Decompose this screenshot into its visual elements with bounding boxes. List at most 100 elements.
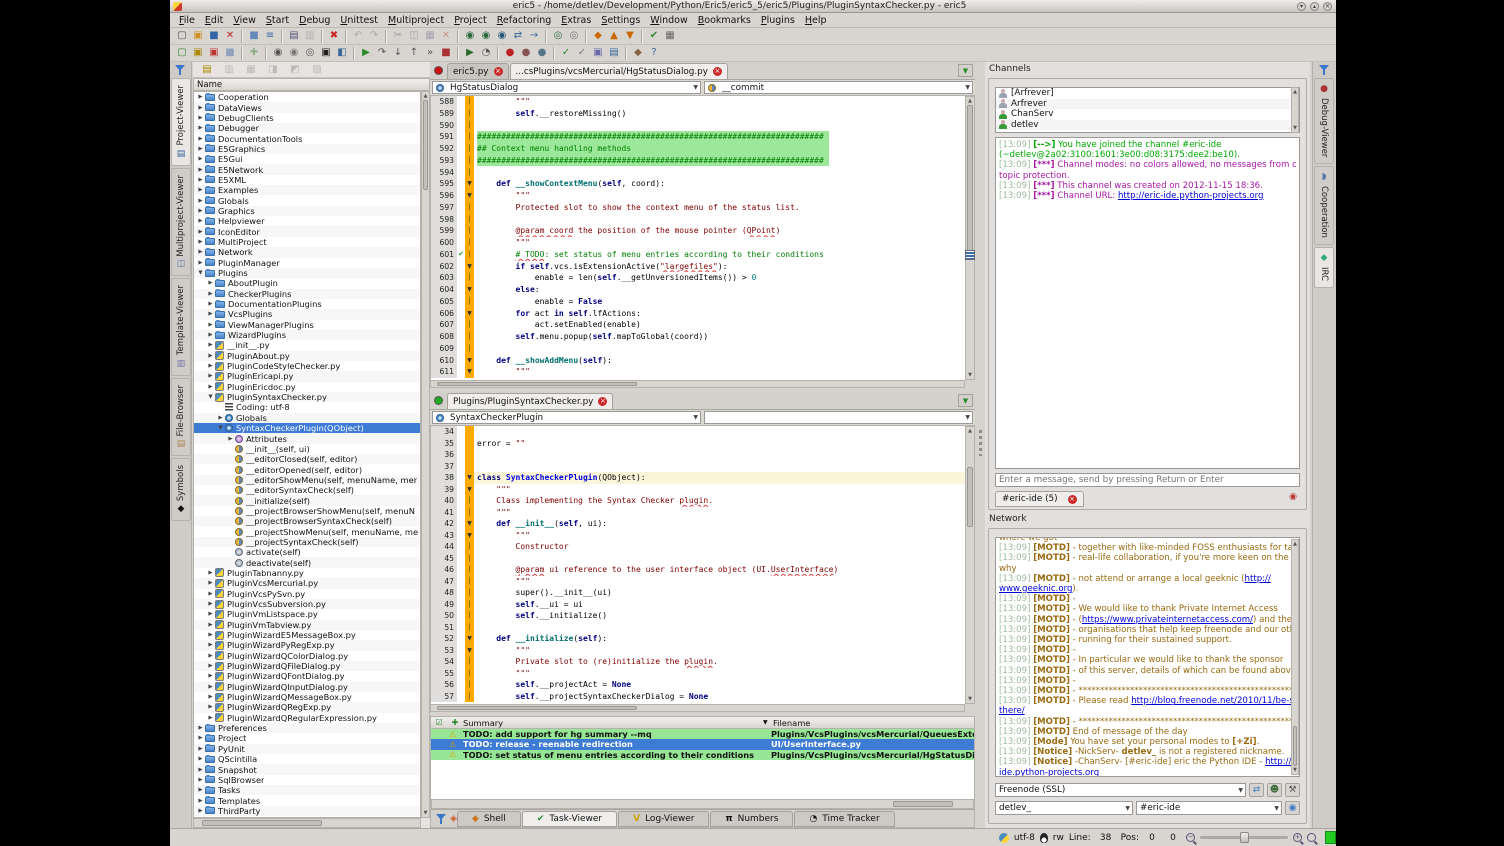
- tree-item[interactable]: ▶PluginWizardQRegExp.py: [194, 702, 420, 712]
- top-editor-vscrollbar[interactable]: ▲ ▼: [965, 96, 975, 380]
- highlight-all-button[interactable]: ▣: [318, 46, 334, 61]
- bookmark-next-button[interactable]: ▲: [606, 29, 622, 44]
- start-debug-button[interactable]: ▶: [358, 46, 374, 61]
- tree-item[interactable]: __projectSyntaxCheck(self): [194, 537, 420, 547]
- search-button[interactable]: ◉: [462, 29, 478, 44]
- print-preview-button[interactable]: ▥: [302, 29, 318, 44]
- save-as-button[interactable]: ■: [246, 29, 262, 44]
- tab-list-button[interactable]: ▼: [958, 64, 973, 77]
- copy-button[interactable]: ◫: [406, 29, 422, 44]
- method-selector[interactable]: ▼: [704, 411, 973, 424]
- user-list-item[interactable]: Arfrever: [996, 99, 1299, 110]
- menu-edit[interactable]: Edit: [200, 15, 228, 26]
- minimize-button[interactable]: ▾: [1297, 2, 1306, 11]
- sidebar-tab-irc[interactable]: ◆IRC: [1314, 247, 1334, 288]
- sidebar-tab-cooperation[interactable]: ◗Cooperation: [1314, 166, 1334, 245]
- eol-linux-icon[interactable]: [1040, 833, 1048, 843]
- user-list-item[interactable]: [Arfrever]: [996, 88, 1299, 99]
- task-hscrollbar[interactable]: [431, 799, 974, 809]
- connect-button[interactable]: ⇄: [1249, 783, 1264, 797]
- tree-item[interactable]: ▶QScintilla: [194, 754, 420, 764]
- tree-item[interactable]: ▶PluginVmListspace.py: [194, 609, 420, 619]
- permission-indicator[interactable]: rw: [1053, 833, 1064, 843]
- tree-item[interactable]: ▶ThirdParty: [194, 806, 420, 816]
- tool-tab-task-viewer[interactable]: ✔Task-Viewer: [522, 811, 617, 827]
- add-task-icon[interactable]: ✚: [447, 718, 463, 727]
- tool-tab-log-viewer[interactable]: VLog-Viewer: [618, 811, 709, 827]
- tree-item[interactable]: ▶Cooperation: [194, 92, 420, 102]
- tree-item[interactable]: ▶Globals: [194, 413, 420, 423]
- tree-item[interactable]: ▶MultiProject: [194, 237, 420, 247]
- save-all-button[interactable]: ≡: [262, 29, 278, 44]
- project-others-button[interactable]: ▧: [309, 62, 325, 77]
- sidebar-tab-template-viewer[interactable]: Template-Viewer▥: [171, 278, 191, 375]
- preview-button[interactable]: ◧: [334, 46, 350, 61]
- tree-item[interactable]: ▶PluginWizardPyRegExp.py: [194, 640, 420, 650]
- search-next-button[interactable]: ◉: [478, 29, 494, 44]
- replace-in-files-button[interactable]: ◎: [566, 29, 582, 44]
- sidebar-tab-debug-viewer[interactable]: ●Debug-Viewer: [1314, 78, 1334, 164]
- tree-item[interactable]: __projectShowMenu(self, menuName, me: [194, 526, 420, 536]
- tree-item[interactable]: ▶Graphics: [194, 206, 420, 216]
- tree-item[interactable]: __editorClosed(self, editor): [194, 454, 420, 464]
- save-project-button[interactable]: ■: [222, 46, 238, 61]
- sidebar-tab-multiproject-viewer[interactable]: Multiproject-Viewer◫: [171, 168, 191, 277]
- bottom-editor-hscrollbar[interactable]: [430, 704, 965, 712]
- tree-item[interactable]: ▶PluginWizardQFileDialog.py: [194, 661, 420, 671]
- paste-button[interactable]: ▦: [422, 29, 438, 44]
- tree-item[interactable]: ▶PluginWizardE5MessageBox.py: [194, 630, 420, 640]
- close-file-button[interactable]: ✕: [222, 29, 238, 44]
- tree-item[interactable]: activate(self): [194, 547, 420, 557]
- tree-item[interactable]: ▶PluginVmTabview.py: [194, 620, 420, 630]
- tree-item[interactable]: ▶VcsPlugins: [194, 309, 420, 319]
- tree-item[interactable]: ▶PyUnit: [194, 744, 420, 754]
- profile-script-button[interactable]: ◔: [478, 46, 494, 61]
- close-tab-icon[interactable]: ×: [494, 67, 503, 76]
- tree-item[interactable]: ▶IconEditor: [194, 226, 420, 236]
- search-in-files-button[interactable]: ◎: [550, 29, 566, 44]
- panel-splitter[interactable]: [976, 62, 985, 828]
- new-project-button[interactable]: ▢: [174, 46, 190, 61]
- menu-project[interactable]: Project: [449, 15, 492, 26]
- tree-header[interactable]: Name: [193, 78, 430, 91]
- tool-tab-time-tracker[interactable]: ◔Time Tracker: [794, 811, 894, 827]
- search-prev-button[interactable]: ◉: [494, 29, 510, 44]
- zoom-reset-icon[interactable]: [1307, 833, 1316, 842]
- save-button[interactable]: ■: [206, 29, 222, 44]
- menu-file[interactable]: File: [174, 15, 200, 26]
- editor-tab[interactable]: Plugins/PluginSyntaxChecker.py×: [447, 393, 613, 409]
- sidebar-tab-symbols[interactable]: Symbols◆: [171, 458, 191, 521]
- tree-item[interactable]: ▶Templates: [194, 795, 420, 805]
- tree-item[interactable]: ▶Helpviewer: [194, 216, 420, 226]
- goto-line-button[interactable]: →: [526, 29, 542, 44]
- zoom-in-button[interactable]: ◉: [270, 46, 286, 61]
- method-selector[interactable]: __commit▼: [704, 81, 973, 94]
- tree-item[interactable]: ▶PluginAbout.py: [194, 351, 420, 361]
- class-selector[interactable]: HgStatusDialog▼: [432, 81, 701, 94]
- tree-item[interactable]: ▶DataViews: [194, 102, 420, 112]
- delete-button[interactable]: ✕: [438, 29, 454, 44]
- tree-item[interactable]: ▶DocumentationTools: [194, 133, 420, 143]
- tree-item[interactable]: ▶Attributes: [194, 433, 420, 443]
- tree-item[interactable]: ▶PluginEricapi.py: [194, 371, 420, 381]
- task-row[interactable]: ⚠TODO: set status of menu entries accord…: [431, 750, 974, 760]
- step-over-button[interactable]: ↷: [374, 46, 390, 61]
- open-project-button[interactable]: ▣: [190, 46, 206, 61]
- bottom-editor-vscrollbar[interactable]: ▲ ▼: [965, 426, 975, 704]
- zoom-slider[interactable]: [1200, 836, 1288, 839]
- filter-icon[interactable]: [436, 814, 447, 824]
- tree-item[interactable]: __editorShowMenu(self, menuName, mer: [194, 475, 420, 485]
- open-button[interactable]: ▣: [190, 29, 206, 44]
- tree-item[interactable]: ▶PluginManager: [194, 258, 420, 268]
- toolbox-icon[interactable]: ◈: [450, 814, 457, 824]
- menu-unittest[interactable]: Unittest: [335, 15, 383, 26]
- syntax-check-button[interactable]: ✓: [558, 46, 574, 61]
- message-input[interactable]: [995, 473, 1300, 487]
- menu-view[interactable]: View: [228, 15, 261, 26]
- cut-button[interactable]: ✂: [390, 29, 406, 44]
- menu-settings[interactable]: Settings: [596, 15, 645, 26]
- close-project-button[interactable]: ▣: [206, 46, 222, 61]
- project-sources-button[interactable]: ▤: [199, 62, 215, 77]
- task-row[interactable]: ⚠TODO: add support for hg summary --mqPl…: [431, 729, 974, 739]
- tree-item[interactable]: ▶SqlBrowser: [194, 775, 420, 785]
